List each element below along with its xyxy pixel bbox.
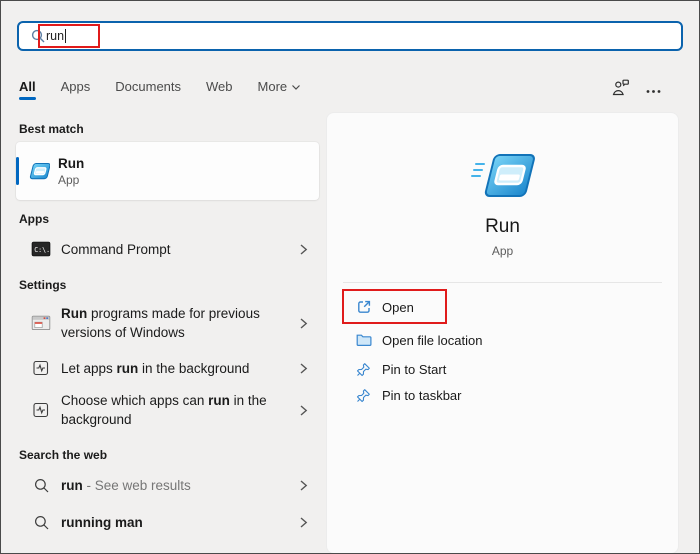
web-search-icon <box>29 515 53 530</box>
folder-icon <box>355 333 372 347</box>
run-app-icon-large <box>469 151 537 206</box>
action-label: Open file location <box>382 333 482 348</box>
run-app-icon <box>26 161 50 182</box>
action-open-file-location[interactable]: Open file location <box>327 326 678 354</box>
action-label: Pin to Start <box>382 362 446 377</box>
command-prompt-icon: C:\. <box>29 240 53 258</box>
chevron-right-icon <box>299 404 308 417</box>
result-web-run[interactable]: run - See web results <box>16 467 319 503</box>
tab-more[interactable]: More <box>258 79 302 94</box>
tab-web[interactable]: Web <box>206 79 233 94</box>
selected-tab-indicator <box>19 97 36 100</box>
action-label: Pin to taskbar <box>382 388 462 403</box>
chevron-right-icon <box>299 317 308 330</box>
preview-app-title: Run <box>327 216 678 238</box>
section-header-best-match: Best match <box>19 122 84 136</box>
best-match-subtitle: App <box>58 172 276 188</box>
result-web-running-man[interactable]: running man <box>16 504 319 540</box>
result-label: running man <box>61 513 279 532</box>
preview-app-subtitle: App <box>327 244 678 258</box>
background-apps-icon <box>29 359 53 377</box>
action-pin-to-taskbar[interactable]: Pin to taskbar <box>327 381 678 409</box>
section-header-web: Search the web <box>19 448 107 462</box>
chevron-right-icon <box>299 479 308 492</box>
more-options-icon[interactable] <box>646 81 661 99</box>
open-highlight-box <box>342 289 447 324</box>
windows-search-flyout: run All Apps Documents Web More <box>0 0 700 554</box>
result-run-compatibility-setting[interactable]: Run programs made for previous versions … <box>16 297 319 349</box>
chevron-right-icon <box>299 516 308 529</box>
result-label: Run programs made for previous versions … <box>61 304 279 342</box>
result-let-apps-run-background[interactable]: Let apps run in the background <box>16 350 319 386</box>
action-pin-to-start[interactable]: Pin to Start <box>327 355 678 383</box>
search-input-value[interactable]: run <box>46 29 64 43</box>
background-apps-icon <box>29 401 53 419</box>
chevron-down-icon <box>291 83 301 91</box>
search-query-highlight-box: run <box>38 24 100 48</box>
svg-text:C:\.: C:\. <box>34 246 50 254</box>
tab-all[interactable]: All <box>19 79 36 94</box>
web-search-icon <box>29 478 53 493</box>
result-label: Choose which apps can run in the backgro… <box>61 391 279 429</box>
best-match-title: Run <box>58 155 276 172</box>
tab-apps[interactable]: Apps <box>61 79 91 94</box>
search-bar[interactable]: run <box>17 21 683 51</box>
account-icon[interactable] <box>612 79 630 101</box>
pin-icon <box>355 388 372 403</box>
text-caret <box>65 29 66 43</box>
selection-accent-bar <box>16 157 19 185</box>
section-header-apps: Apps <box>19 212 49 226</box>
result-label: Command Prompt <box>61 240 279 259</box>
section-header-settings: Settings <box>19 278 66 292</box>
divider <box>343 282 662 283</box>
chevron-right-icon <box>299 362 308 375</box>
result-label: run - See web results <box>61 476 279 495</box>
result-choose-apps-background[interactable]: Choose which apps can run in the backgro… <box>16 384 319 436</box>
preview-panel: Run App Open Open file location <box>326 112 679 554</box>
compatibility-icon <box>29 313 53 333</box>
result-label: Let apps run in the background <box>61 359 279 378</box>
filter-tabs: All Apps Documents Web More <box>19 79 326 94</box>
result-command-prompt[interactable]: C:\. Command Prompt <box>16 231 319 267</box>
chevron-right-icon <box>299 243 308 256</box>
pin-icon <box>355 362 372 377</box>
tab-more-label: More <box>258 79 288 94</box>
tab-documents[interactable]: Documents <box>115 79 181 94</box>
best-match-result-run[interactable]: Run App <box>16 142 319 200</box>
